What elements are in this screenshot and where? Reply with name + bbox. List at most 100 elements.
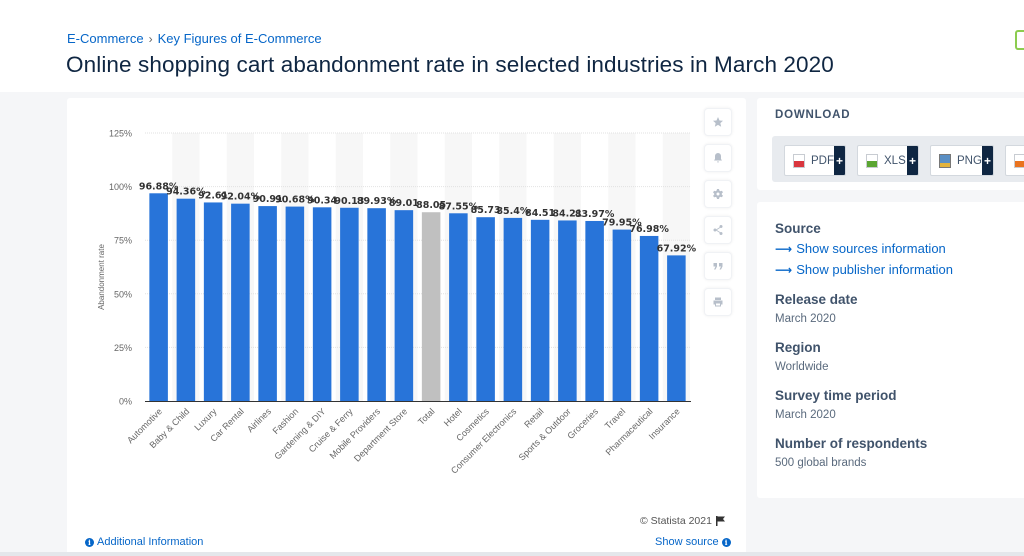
download-xls-button[interactable]: XLS + [857, 145, 919, 176]
download-title: DOWNLOAD [775, 109, 851, 121]
y-tick-label: 50% [114, 289, 132, 299]
download-pdf-button[interactable]: PDF + [784, 145, 846, 176]
y-tick-label: 25% [114, 343, 132, 353]
x-tick-label: Retail [522, 406, 545, 429]
corner-button[interactable] [1015, 30, 1024, 50]
y-tick-label: 75% [114, 236, 132, 246]
bar-fashion [285, 206, 305, 401]
settings-button[interactable] [704, 180, 732, 208]
survey-period-value: March 2020 [775, 409, 836, 421]
release-date-label: Release date [775, 292, 858, 307]
bar-cosmetics [476, 217, 495, 401]
copyright: © Statista 2021 [640, 515, 726, 527]
copyright-text: © Statista 2021 [640, 515, 712, 527]
survey-period-label: Survey time period [775, 388, 897, 403]
data-label: 67.92% [657, 243, 697, 254]
statistic-info-panel: Source ⟶ Show sources information ⟶ Show… [757, 202, 1024, 498]
data-label: 76.98% [629, 224, 669, 235]
bar-pharmaceutical [639, 235, 659, 401]
xls-file-icon [866, 153, 878, 168]
y-tick-label: 125% [109, 129, 132, 139]
download-panel: DOWNLOAD PDF + XLS + PNG + PPT + [757, 98, 1024, 190]
bar-cruise-ferry [340, 207, 359, 401]
share-button[interactable] [704, 216, 732, 244]
gear-icon [713, 189, 723, 199]
x-tick-label: Total [416, 406, 437, 427]
page-title: Online shopping cart abandonment rate in… [66, 52, 834, 77]
show-publisher-label: Show publisher information [796, 262, 954, 277]
bar-total [421, 212, 441, 401]
bar-car-rental [231, 203, 250, 401]
respondents-label: Number of respondents [775, 436, 928, 451]
x-tick-label: Luxury [192, 406, 219, 433]
bar-mobile-providers [367, 208, 386, 401]
bar-travel [612, 229, 632, 401]
bar-hotel [449, 213, 468, 401]
info-icon: i [85, 537, 94, 547]
png-file-icon [939, 153, 951, 168]
region-label: Region [775, 340, 821, 355]
chart-toolbar [704, 108, 734, 324]
x-tick-label: Department Store [352, 406, 409, 463]
favorite-button[interactable] [704, 108, 732, 136]
ppt-file-icon [1014, 153, 1024, 168]
download-png-label: PNG [957, 154, 982, 167]
y-tick-label: 0% [119, 397, 132, 407]
share-icon [713, 225, 723, 235]
bar-department-store [394, 210, 414, 401]
show-source-link[interactable]: Show source i [655, 536, 731, 548]
respondents-value: 500 global brands [775, 457, 867, 469]
x-tick-label: Hotel [442, 406, 464, 428]
release-date-value: March 2020 [775, 313, 836, 325]
arrow-right-icon: ⟶ [775, 241, 793, 256]
print-icon [713, 297, 723, 307]
cite-button[interactable] [704, 252, 732, 280]
data-label: 90.34 [307, 195, 337, 206]
info-icon: i [721, 537, 731, 547]
bar-baby-child [176, 198, 196, 401]
bar-insurance [667, 255, 686, 401]
x-tick-label: Sports & Outdoor [517, 406, 573, 462]
x-tick-label: Travel [603, 406, 628, 431]
bar-groceries [585, 220, 604, 401]
download-pdf-label: PDF [811, 154, 834, 167]
bar-sports-outdoor [558, 220, 577, 401]
download-buttons: PDF + XLS + PNG + PPT + [772, 136, 1024, 182]
additional-information-label: Additional Information [97, 536, 204, 548]
plus-icon[interactable]: + [834, 146, 845, 175]
download-xls-label: XLS [884, 154, 906, 167]
bar-airlines [258, 206, 277, 401]
bar-gardening-diy [312, 207, 332, 401]
additional-information-link[interactable]: i Additional Information [85, 536, 203, 548]
header: E-Commerce › Key Figures of E-Commerce O… [0, 0, 1024, 92]
arrow-right-icon: ⟶ [775, 262, 793, 277]
bar-luxury [203, 202, 223, 401]
breadcrumb-ecommerce[interactable]: E-Commerce [67, 31, 144, 46]
bar-automotive [149, 193, 168, 401]
region-value: Worldwide [775, 361, 829, 373]
plus-icon[interactable]: + [907, 146, 918, 175]
breadcrumb: E-Commerce › Key Figures of E-Commerce [67, 31, 322, 46]
print-button[interactable] [704, 288, 732, 316]
plus-icon[interactable]: + [982, 146, 993, 175]
show-publisher-link[interactable]: ⟶ Show publisher information [775, 262, 953, 277]
quote-icon [713, 263, 723, 270]
star-icon [713, 117, 723, 127]
download-png-button[interactable]: PNG + [930, 145, 994, 176]
source-label: Source [775, 221, 821, 236]
show-source-label: Show source [655, 536, 719, 548]
flag-icon[interactable] [715, 516, 726, 526]
breadcrumb-key-figures[interactable]: Key Figures of E-Commerce [158, 31, 322, 46]
notification-button[interactable] [704, 144, 732, 172]
data-label: 84.51 [525, 208, 555, 219]
page-divider [0, 552, 1024, 556]
show-sources-link[interactable]: ⟶ Show sources information [775, 241, 946, 256]
y-axis-title: Abandonment rate [97, 244, 106, 310]
bar-consumer-electronics [503, 217, 523, 401]
breadcrumb-separator: › [148, 31, 153, 46]
x-tick-label: Airlines [245, 406, 273, 434]
y-tick-label: 100% [109, 182, 132, 192]
download-ppt-button[interactable]: PPT + [1005, 145, 1024, 176]
x-tick-label: Groceries [565, 406, 600, 441]
show-sources-label: Show sources information [796, 241, 946, 256]
